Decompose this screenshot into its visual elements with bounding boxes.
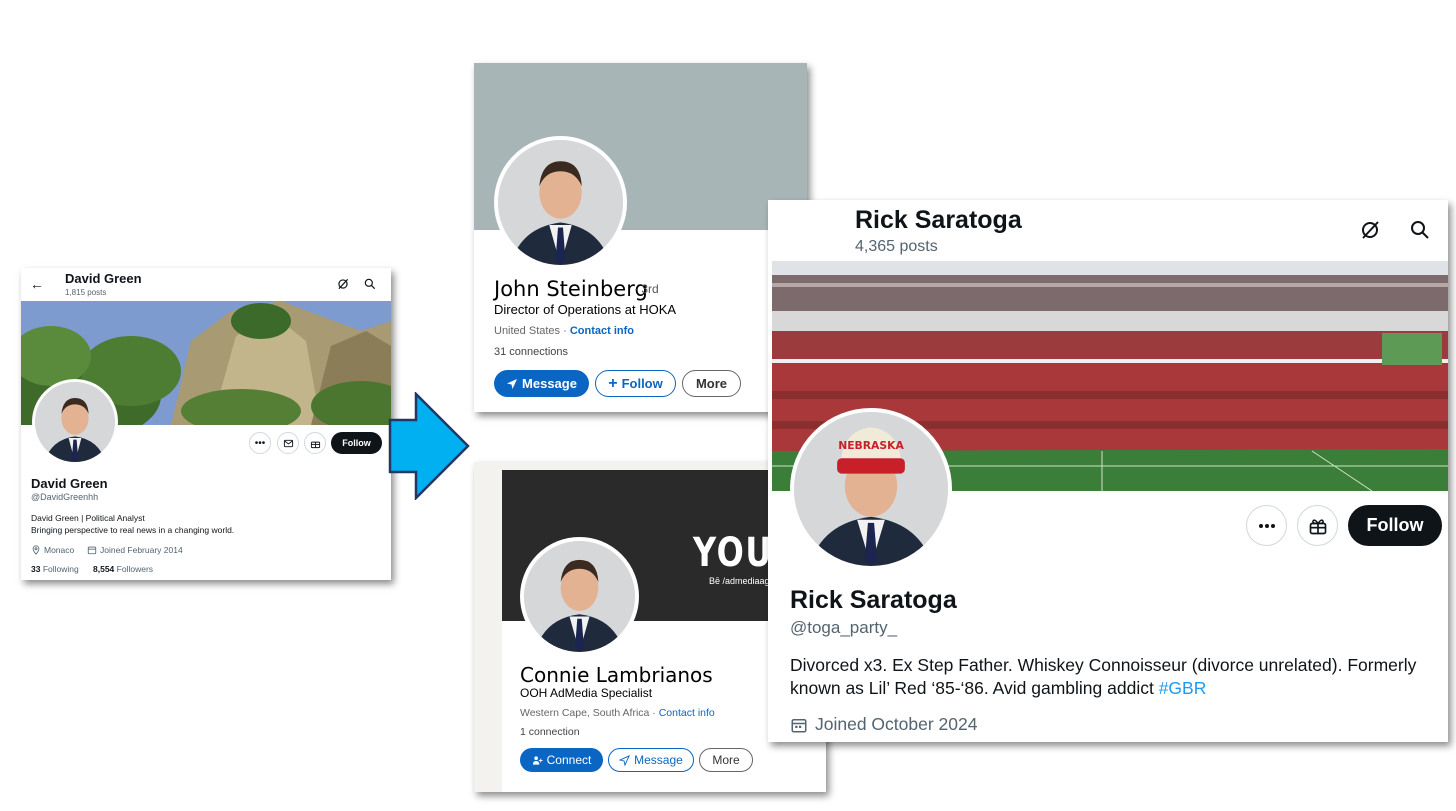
bio-hashtag-link[interactable]: #GBR <box>1159 678 1207 698</box>
followers-stat[interactable]: 8,554 Followers <box>93 564 153 574</box>
profile-location: Monaco <box>31 545 74 555</box>
follow-button[interactable]: Follow <box>1348 505 1442 546</box>
right-arrow-icon <box>388 392 470 500</box>
more-options-icon[interactable] <box>1246 505 1287 546</box>
joined-text: Joined February 2014 <box>100 545 183 555</box>
x-profile-rick-saratoga: Rick Saratoga 4,365 posts NEBRASKA Follo… <box>768 200 1448 742</box>
send-icon <box>619 754 631 766</box>
profile-name: Connie Lambrianos <box>520 663 713 687</box>
search-icon[interactable] <box>363 277 377 291</box>
x-profile-david-green: ← David Green 1,815 posts ••• Follow Dav… <box>21 268 391 580</box>
back-arrow-icon[interactable]: ← <box>30 276 44 292</box>
followers-count: 8,554 <box>93 564 115 574</box>
bio-text: Divorced x3. Ex Step Father. Whiskey Con… <box>790 655 1417 698</box>
location-text: Monaco <box>44 545 75 555</box>
profile-headline: OOH AdMedia Specialist <box>520 686 653 700</box>
contact-info-link[interactable]: Contact info <box>570 325 634 337</box>
follow-button[interactable]: + Follow <box>595 370 676 397</box>
message-button[interactable]: Message <box>494 370 589 397</box>
location-pin-icon <box>32 545 40 555</box>
profile-header-bar: ← David Green 1,815 posts <box>21 268 391 301</box>
add-person-icon <box>532 755 543 765</box>
following-count: 33 <box>31 564 41 574</box>
message-label: Message <box>522 376 577 391</box>
hat-text: NEBRASKA <box>838 439 904 452</box>
gift-icon[interactable] <box>1297 505 1338 546</box>
follow-button[interactable]: Follow <box>331 432 382 454</box>
joined-text: Joined October 2024 <box>815 714 978 734</box>
profile-name: David Green <box>31 476 108 491</box>
location-text: United States · <box>494 325 570 337</box>
more-button[interactable]: More <box>699 748 753 772</box>
plus-icon: + <box>608 374 618 392</box>
calendar-icon <box>791 718 807 732</box>
more-label: More <box>712 753 740 767</box>
search-icon[interactable] <box>1408 218 1432 242</box>
location-text: Western Cape, South Africa · <box>520 707 659 719</box>
following-stat[interactable]: 33 Following <box>31 564 79 574</box>
profile-avatar[interactable] <box>520 537 639 656</box>
linkedin-profile-john-steinberg: John Steinberg · 3rd Director of Operati… <box>474 63 807 412</box>
profile-joined: Joined February 2014 <box>87 545 183 555</box>
more-options-icon[interactable]: ••• <box>249 432 271 454</box>
message-label: Message <box>634 753 683 767</box>
calendar-icon <box>87 546 97 555</box>
followers-label: Followers <box>116 564 154 574</box>
follow-label: Follow <box>621 376 663 391</box>
gift-icon[interactable] <box>304 432 326 454</box>
profile-handle: @toga_party_ <box>790 618 898 637</box>
profile-name: John Steinberg <box>494 277 648 301</box>
grok-icon[interactable] <box>336 277 350 291</box>
header-post-count: 1,815 posts <box>65 288 107 297</box>
connection-degree: · 3rd <box>634 282 659 296</box>
send-icon <box>507 378 518 389</box>
profile-handle: @DavidGreenhh <box>31 492 99 502</box>
following-label: Following <box>42 564 79 574</box>
profile-avatar[interactable] <box>494 136 627 269</box>
message-icon[interactable] <box>277 432 299 454</box>
connections-count[interactable]: 1 connection <box>520 726 580 738</box>
contact-info-link[interactable]: Contact info <box>659 707 715 719</box>
connections-count[interactable]: 31 connections <box>494 346 568 358</box>
header-name: Rick Saratoga <box>855 206 1022 234</box>
profile-location: Western Cape, South Africa · Contact inf… <box>520 707 715 719</box>
more-button[interactable]: More <box>682 370 741 397</box>
connect-button[interactable]: Connect <box>520 748 603 772</box>
message-button[interactable]: Message <box>608 748 694 772</box>
profile-location: United States · Contact info <box>494 325 634 337</box>
profile-headline: Director of Operations at HOKA <box>494 302 677 317</box>
grok-icon[interactable] <box>1358 218 1382 242</box>
header-post-count: 4,365 posts <box>855 238 938 255</box>
profile-bio-line2: Bringing perspective to real news in a c… <box>31 525 235 535</box>
profile-bio-line1: David Green | Political Analyst <box>31 513 145 523</box>
profile-joined: Joined October 2024 <box>790 714 977 735</box>
profile-avatar[interactable] <box>32 379 118 465</box>
profile-name: Rick Saratoga <box>790 586 957 614</box>
profile-bio: Divorced x3. Ex Step Father. Whiskey Con… <box>790 654 1430 700</box>
more-label: More <box>695 376 728 391</box>
profile-avatar[interactable]: NEBRASKA <box>790 408 952 570</box>
header-name: David Green <box>65 271 142 286</box>
connect-label: Connect <box>546 753 592 767</box>
